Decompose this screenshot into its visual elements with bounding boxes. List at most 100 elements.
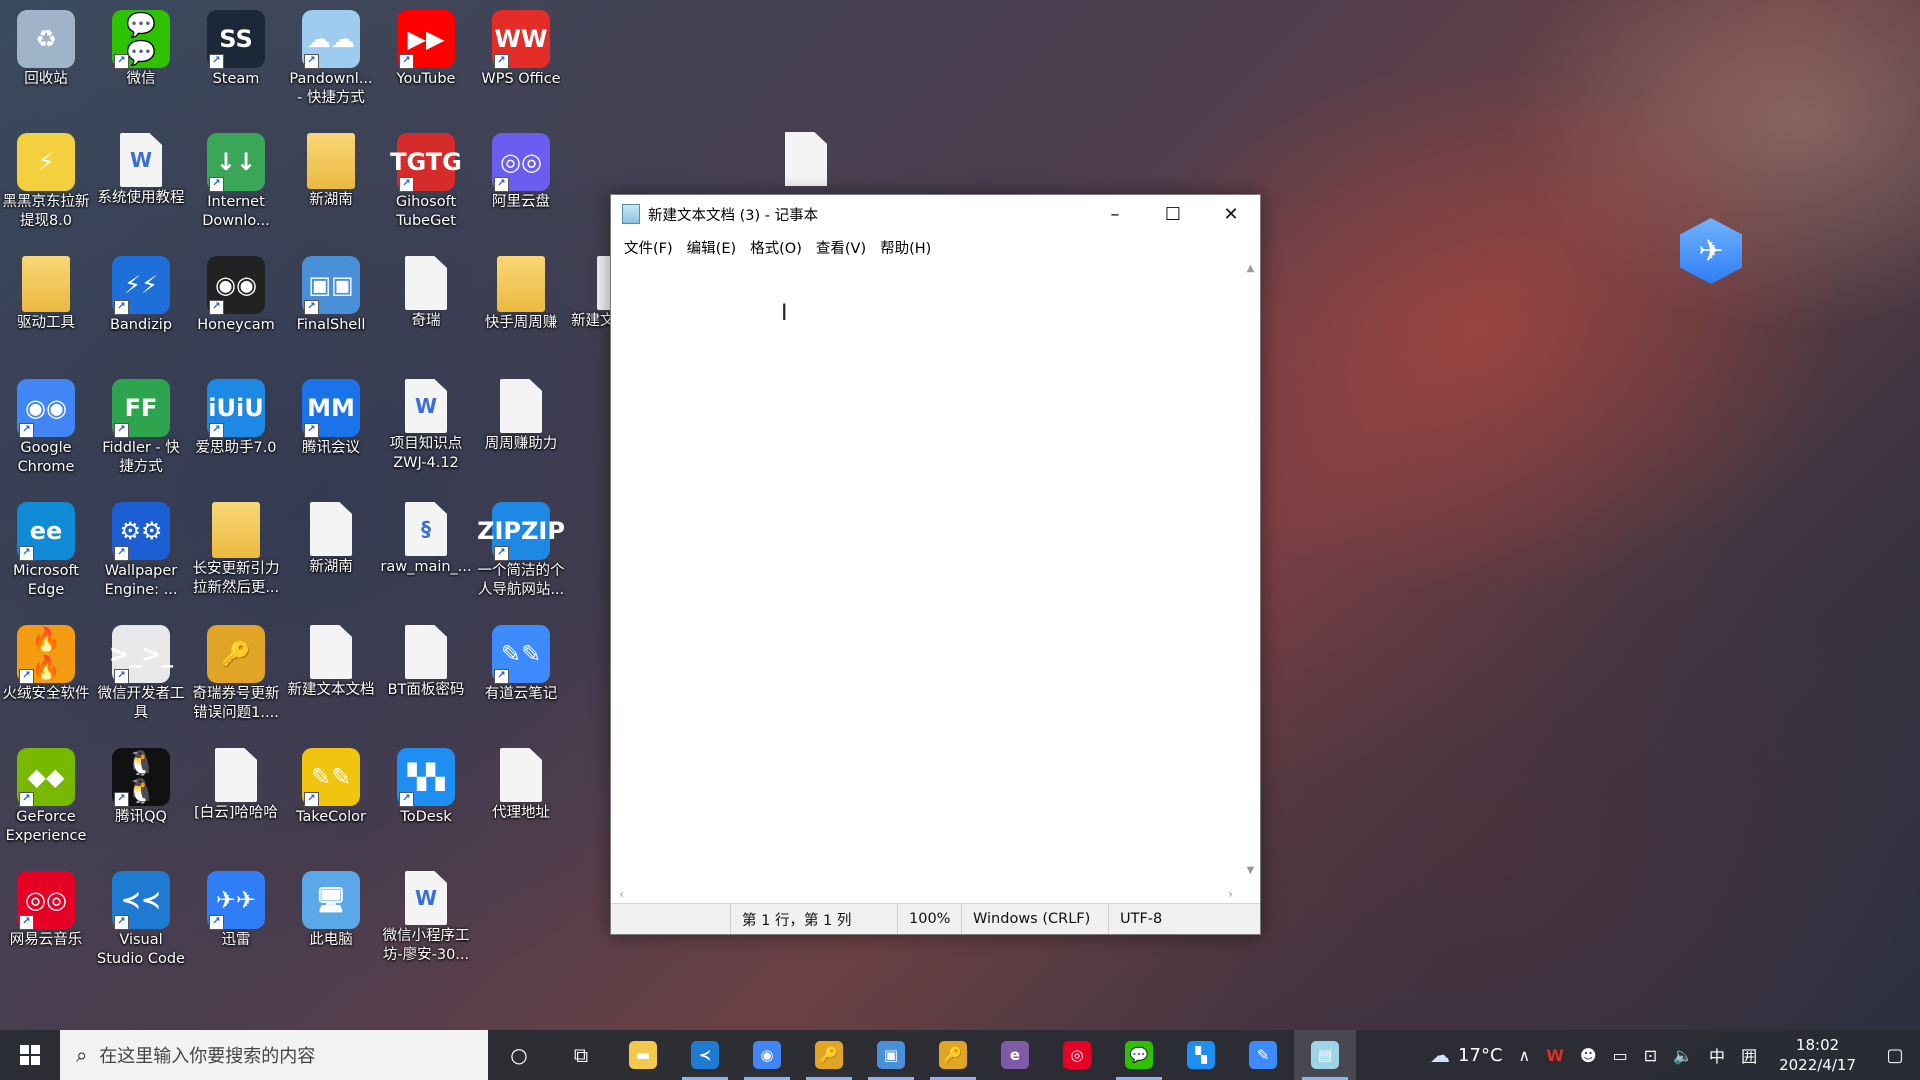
desktop-icon[interactable]: 新湖南 bbox=[285, 127, 377, 210]
taskbar-app-button[interactable]: ▬ bbox=[612, 1030, 674, 1080]
desktop-icon[interactable]: 🐧🐧 ↗ 腾讯QQ bbox=[95, 742, 187, 827]
shortcut-arrow-icon: ↗ bbox=[114, 423, 129, 438]
desktop-icon[interactable]: ◉◉ ↗ Google Chrome bbox=[0, 373, 92, 477]
desktop-icon[interactable]: ✎✎ ↗ 有道云笔记 bbox=[475, 619, 567, 704]
menu-format[interactable]: 格式(O) bbox=[743, 237, 809, 258]
desktop-icon[interactable]: FF ↗ Fiddler - 快 捷方式 bbox=[95, 373, 187, 477]
desktop-icon[interactable]: W 系统使用教程 bbox=[95, 127, 187, 208]
desktop-icon[interactable]: SS ↗ Steam bbox=[190, 4, 282, 89]
desktop-icon[interactable]: ▚▚ ↗ ToDesk bbox=[380, 742, 472, 827]
maximize-button[interactable]: ☐ bbox=[1144, 195, 1202, 233]
wps-tray-icon[interactable]: W bbox=[1538, 1046, 1572, 1065]
scroll-left-icon[interactable]: ‹ bbox=[613, 885, 630, 904]
desktop-icon[interactable]: 新建文本文档 bbox=[285, 619, 377, 700]
ime-mode-indicator[interactable]: 囲 bbox=[1733, 1043, 1765, 1067]
shortcut-arrow-icon: ↗ bbox=[399, 792, 414, 807]
desktop-icon[interactable]: ◉◉ ↗ Honeycam bbox=[190, 250, 282, 335]
desktop-icon[interactable]: 周周赚助力 bbox=[475, 373, 567, 454]
scroll-up-icon[interactable]: ▲ bbox=[1241, 263, 1260, 280]
horizontal-scrollbar[interactable]: ‹ › bbox=[611, 885, 1241, 904]
menu-edit[interactable]: 编辑(E) bbox=[680, 237, 743, 258]
desktop-icon[interactable]: 新湖南 bbox=[285, 496, 377, 577]
notification-center-button[interactable]: ▢ bbox=[1870, 1045, 1920, 1066]
taskbar-app-button[interactable]: 💬 bbox=[1108, 1030, 1170, 1080]
desktop-icon[interactable]: § raw_main_... bbox=[380, 496, 472, 577]
taskbar-app-button[interactable]: ▣ bbox=[860, 1030, 922, 1080]
taskbar-app-button[interactable]: ▚ bbox=[1170, 1030, 1232, 1080]
desktop-icon[interactable]: ☁☁ ↗ Pandownl... - 快捷方式 bbox=[285, 4, 377, 108]
volume-icon[interactable]: 🔈 bbox=[1665, 1046, 1701, 1065]
taskbar-app-button[interactable]: 🔑 bbox=[798, 1030, 860, 1080]
minimize-button[interactable]: – bbox=[1086, 195, 1144, 233]
network-icon[interactable]: ⊡ bbox=[1636, 1046, 1665, 1065]
desktop-icon[interactable]: 🔥🔥 ↗ 火绒安全软件 bbox=[0, 619, 92, 704]
menu-file[interactable]: 文件(F) bbox=[617, 237, 680, 258]
desktop-icon[interactable]: ⚡⚡ ↗ Bandizip bbox=[95, 250, 187, 335]
task-view-button[interactable]: ⧉ bbox=[550, 1030, 612, 1080]
desktop-icon[interactable]: ◎◎ ↗ 网易云音乐 bbox=[0, 865, 92, 950]
ime-indicator[interactable]: 中 bbox=[1701, 1043, 1733, 1067]
desktop-icon[interactable]: ✈✈ ↗ 迅雷 bbox=[190, 865, 282, 950]
desktop-icon[interactable]: ≺≺ ↗ Visual Studio Code bbox=[95, 865, 187, 969]
desktop-icon[interactable]: W 微信小程序工 坊-廖安-30... bbox=[380, 865, 472, 965]
vertical-scrollbar[interactable]: ▲ ▼ bbox=[1241, 261, 1260, 884]
desktop-icon-label: BT面板密码 bbox=[387, 682, 465, 698]
desktop-icon-label: 回收站 bbox=[24, 71, 68, 87]
desktop-icon[interactable]: ◆◆ ↗ GeForce Experience bbox=[0, 742, 92, 846]
battery-icon[interactable]: ▭ bbox=[1605, 1046, 1636, 1065]
taskbar-app-button[interactable]: ◉ bbox=[736, 1030, 798, 1080]
desktop-icon[interactable]: ▣▣ ↗ FinalShell bbox=[285, 250, 377, 335]
xunlei-float-widget-icon[interactable]: ✈ bbox=[1680, 218, 1742, 284]
title-bar[interactable]: 新建文本文档 (3) - 记事本 – ☐ ✕ bbox=[611, 195, 1260, 233]
desktop-icon[interactable]: 🔑 奇瑞券号更新 错误问题1.... bbox=[190, 619, 282, 723]
taskbar-search-box[interactable]: ⌕ 在这里输入你要搜索的内容 bbox=[60, 1030, 488, 1080]
desktop-icon[interactable]: 🖥 此电脑 bbox=[285, 865, 377, 950]
desktop-icon[interactable]: 驱动工具 bbox=[0, 250, 92, 333]
desktop-icon[interactable]: ⚙⚙ ↗ Wallpaper Engine: ... bbox=[95, 496, 187, 600]
taskbar-app-button[interactable]: e bbox=[984, 1030, 1046, 1080]
desktop-icon[interactable]: WW ↗ WPS Office bbox=[475, 4, 567, 89]
window-title: 新建文本文档 (3) - 记事本 bbox=[648, 207, 819, 224]
desktop-icon[interactable]: 💬💬 ↗ 微信 bbox=[95, 4, 187, 89]
close-button[interactable]: ✕ bbox=[1202, 195, 1260, 233]
desktop-icon[interactable]: 快手周周赚 bbox=[475, 250, 567, 333]
desktop-icon[interactable]: ZIPZIP ↗ 一个简洁的个 人导航网站... bbox=[475, 496, 567, 600]
desktop-icon[interactable]: [白云]哈哈哈 bbox=[190, 742, 282, 823]
taskbar-app-button[interactable]: ≺ bbox=[674, 1030, 736, 1080]
desktop-icon[interactable]: MM ↗ 腾讯会议 bbox=[285, 373, 377, 458]
taskbar-app-button[interactable]: ◎ bbox=[1046, 1030, 1108, 1080]
desktop-icon-label: 爱思助手7.0 bbox=[195, 440, 277, 456]
desktop-icon[interactable]: ◎◎ ↗ 阿里云盘 bbox=[475, 127, 567, 212]
desktop-icon[interactable]: TGTG ↗ Gihosoft TubeGet bbox=[380, 127, 472, 231]
start-button[interactable] bbox=[0, 1030, 60, 1080]
clock[interactable]: 18:02 2022/4/17 bbox=[1765, 1035, 1870, 1075]
dragged-file-icon[interactable] bbox=[785, 132, 827, 186]
text-editor-area[interactable]: I bbox=[611, 261, 1241, 884]
desktop-icon[interactable]: 长安更新引力 拉新然后更... bbox=[190, 496, 282, 598]
text-cursor-icon: I bbox=[781, 301, 788, 326]
desktop-icon[interactable]: >_>_ ↗ 微信开发者工 具 bbox=[95, 619, 187, 723]
desktop-icon[interactable]: ee ↗ Microsoft Edge bbox=[0, 496, 92, 600]
menu-view[interactable]: 查看(V) bbox=[809, 237, 873, 258]
sogou-tray-icon[interactable]: ☻ bbox=[1572, 1046, 1605, 1065]
weather-widget[interactable]: ☁ 17°C bbox=[1422, 1043, 1510, 1067]
desktop-icon[interactable]: 代理地址 bbox=[475, 742, 567, 823]
desktop-icon[interactable]: W 项目知识点 ZWJ-4.12 bbox=[380, 373, 472, 473]
desktop-icon[interactable]: ↓↓ ↗ Internet Downlo... bbox=[190, 127, 282, 231]
desktop-icon[interactable]: BT面板密码 bbox=[380, 619, 472, 700]
scroll-right-icon[interactable]: › bbox=[1222, 885, 1239, 904]
wechat-devtools-icon: >_>_ ↗ bbox=[109, 625, 173, 684]
desktop-icon[interactable]: ✎✎ ↗ TakeColor bbox=[285, 742, 377, 827]
menu-help[interactable]: 帮助(H) bbox=[873, 237, 938, 258]
desktop-icon[interactable]: ♻ 回收站 bbox=[0, 4, 92, 89]
desktop-icon[interactable]: iUiU ↗ 爱思助手7.0 bbox=[190, 373, 282, 458]
scroll-down-icon[interactable]: ▼ bbox=[1241, 865, 1260, 882]
taskbar-app-button[interactable]: ✎ bbox=[1232, 1030, 1294, 1080]
taskbar-app-button[interactable]: 🔑 bbox=[922, 1030, 984, 1080]
desktop-icon[interactable]: 奇瑞 bbox=[380, 250, 472, 331]
cortana-button[interactable]: ○ bbox=[488, 1030, 550, 1080]
desktop-icon[interactable]: ▶▶ ↗ YouTube bbox=[380, 4, 472, 89]
taskbar-app-button[interactable]: ▤ bbox=[1294, 1030, 1356, 1080]
desktop-icon[interactable]: ⚡ 黑黑京东拉新 提现8.0 bbox=[0, 127, 92, 231]
show-hidden-icons-button[interactable]: ∧ bbox=[1511, 1046, 1539, 1065]
